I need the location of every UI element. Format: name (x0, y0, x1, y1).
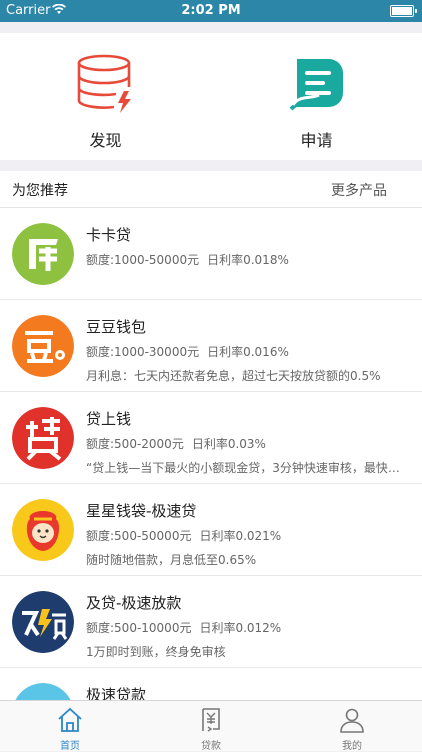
recommend-header: 为您推荐 更多产品 (0, 171, 422, 208)
product-rate: 日利率0.016% (207, 345, 289, 359)
product-item-daishangqian[interactable]: 贷上钱 额度:500-2000元 日利率0.03% “贷上钱—当下最火的小额现金贷… (0, 392, 422, 484)
daishangqian-logo-icon (12, 407, 74, 469)
product-desc: 1万即时到账，终身免审核 (86, 645, 226, 659)
tab-home[interactable]: 首页 (0, 701, 140, 752)
product-item-doudou[interactable]: 豆豆钱包 额度:1000-30000元 日利率0.016% 月利息：七天内还款者免… (0, 300, 422, 392)
feature-panel: 发现 申请 (0, 33, 422, 160)
product-item-xingxing[interactable]: 星星钱袋-极速贷 额度:500-50000元 日利率0.021% 随时随地借款，月… (0, 484, 422, 576)
discover-button[interactable]: 发现 (0, 33, 211, 160)
jidai-logo-icon (12, 591, 74, 653)
recommend-title: 为您推荐 (12, 183, 68, 199)
jisu-logo-icon (12, 683, 74, 700)
xingxing-logo-icon (12, 499, 74, 561)
product-amount: 额度:1000-30000元 (86, 345, 200, 359)
product-amount: 额度:500-10000元 (86, 621, 192, 635)
battery-icon (390, 5, 417, 17)
tab-loan[interactable]: 贷款 (141, 701, 281, 752)
product-amount: 额度:500-50000元 (86, 529, 192, 543)
apply-button[interactable]: 申请 (211, 33, 422, 160)
product-name: 及贷-极速放款 (86, 594, 182, 612)
product-meta: 额度:500-10000元 日利率0.012% (86, 619, 281, 636)
product-name: 豆豆钱包 (86, 318, 147, 336)
product-rate: 日利率0.012% (199, 621, 282, 635)
product-meta: 额度:500-2000元 日利率0.03% (86, 435, 266, 452)
product-rate: 日利率0.021% (199, 529, 282, 543)
product-meta: 额度:1000-50000元 日利率0.018% (86, 251, 289, 268)
product-rate: 日利率0.03% (191, 437, 266, 451)
product-desc: “贷上钱—当下最火的小额现金贷，3分钟快速审核，最快放款 (86, 461, 408, 475)
apply-label: 申请 (300, 131, 333, 150)
product-desc: 月利息：七天内还款者免息，超过七天按放贷额的0.5% (86, 369, 381, 383)
user-icon (340, 708, 364, 733)
product-name: 极速贷款 (86, 686, 147, 700)
database-icon (77, 54, 131, 113)
home-icon (58, 707, 82, 732)
more-products-link[interactable]: 更多产品 (331, 180, 387, 200)
status-bar: Carrier 2:02 PM (0, 0, 422, 22)
recommend-list: 为您推荐 更多产品 卡卡贷 额度:1000-50000元 日利率0.018% 豆豆… (0, 171, 422, 700)
product-name: 贷上钱 (86, 410, 132, 428)
product-item-jidai[interactable]: 及贷-极速放款 额度:500-10000元 日利率0.012% 1万即时到账，终身… (0, 576, 422, 668)
product-name: 卡卡贷 (86, 226, 132, 244)
product-item-jisu[interactable]: 极速贷款 (0, 668, 422, 700)
kakadai-logo-icon (12, 223, 74, 285)
product-meta: 额度:500-50000元 日利率0.021% (86, 527, 281, 544)
discover-label: 发现 (89, 131, 122, 150)
product-amount: 额度:1000-50000元 (86, 253, 200, 267)
loan-receipt-icon (202, 708, 220, 732)
apply-hand-icon (289, 59, 343, 111)
clock: 2:02 PM (181, 3, 241, 18)
tab-bar: 首页 贷款 我的 (0, 700, 422, 752)
doudou-logo-icon (12, 315, 74, 377)
product-item-kakadai[interactable]: 卡卡贷 额度:1000-50000元 日利率0.018% (0, 208, 422, 300)
product-rate: 日利率0.018% (207, 253, 289, 267)
product-meta: 额度:1000-30000元 日利率0.016% (86, 343, 289, 360)
tab-mine[interactable]: 我的 (282, 701, 422, 752)
product-amount: 额度:500-2000元 (86, 437, 184, 451)
product-desc: 随时随地借款，月息低至0.65% (86, 553, 257, 567)
product-name: 星星钱袋-极速贷 (86, 502, 197, 520)
